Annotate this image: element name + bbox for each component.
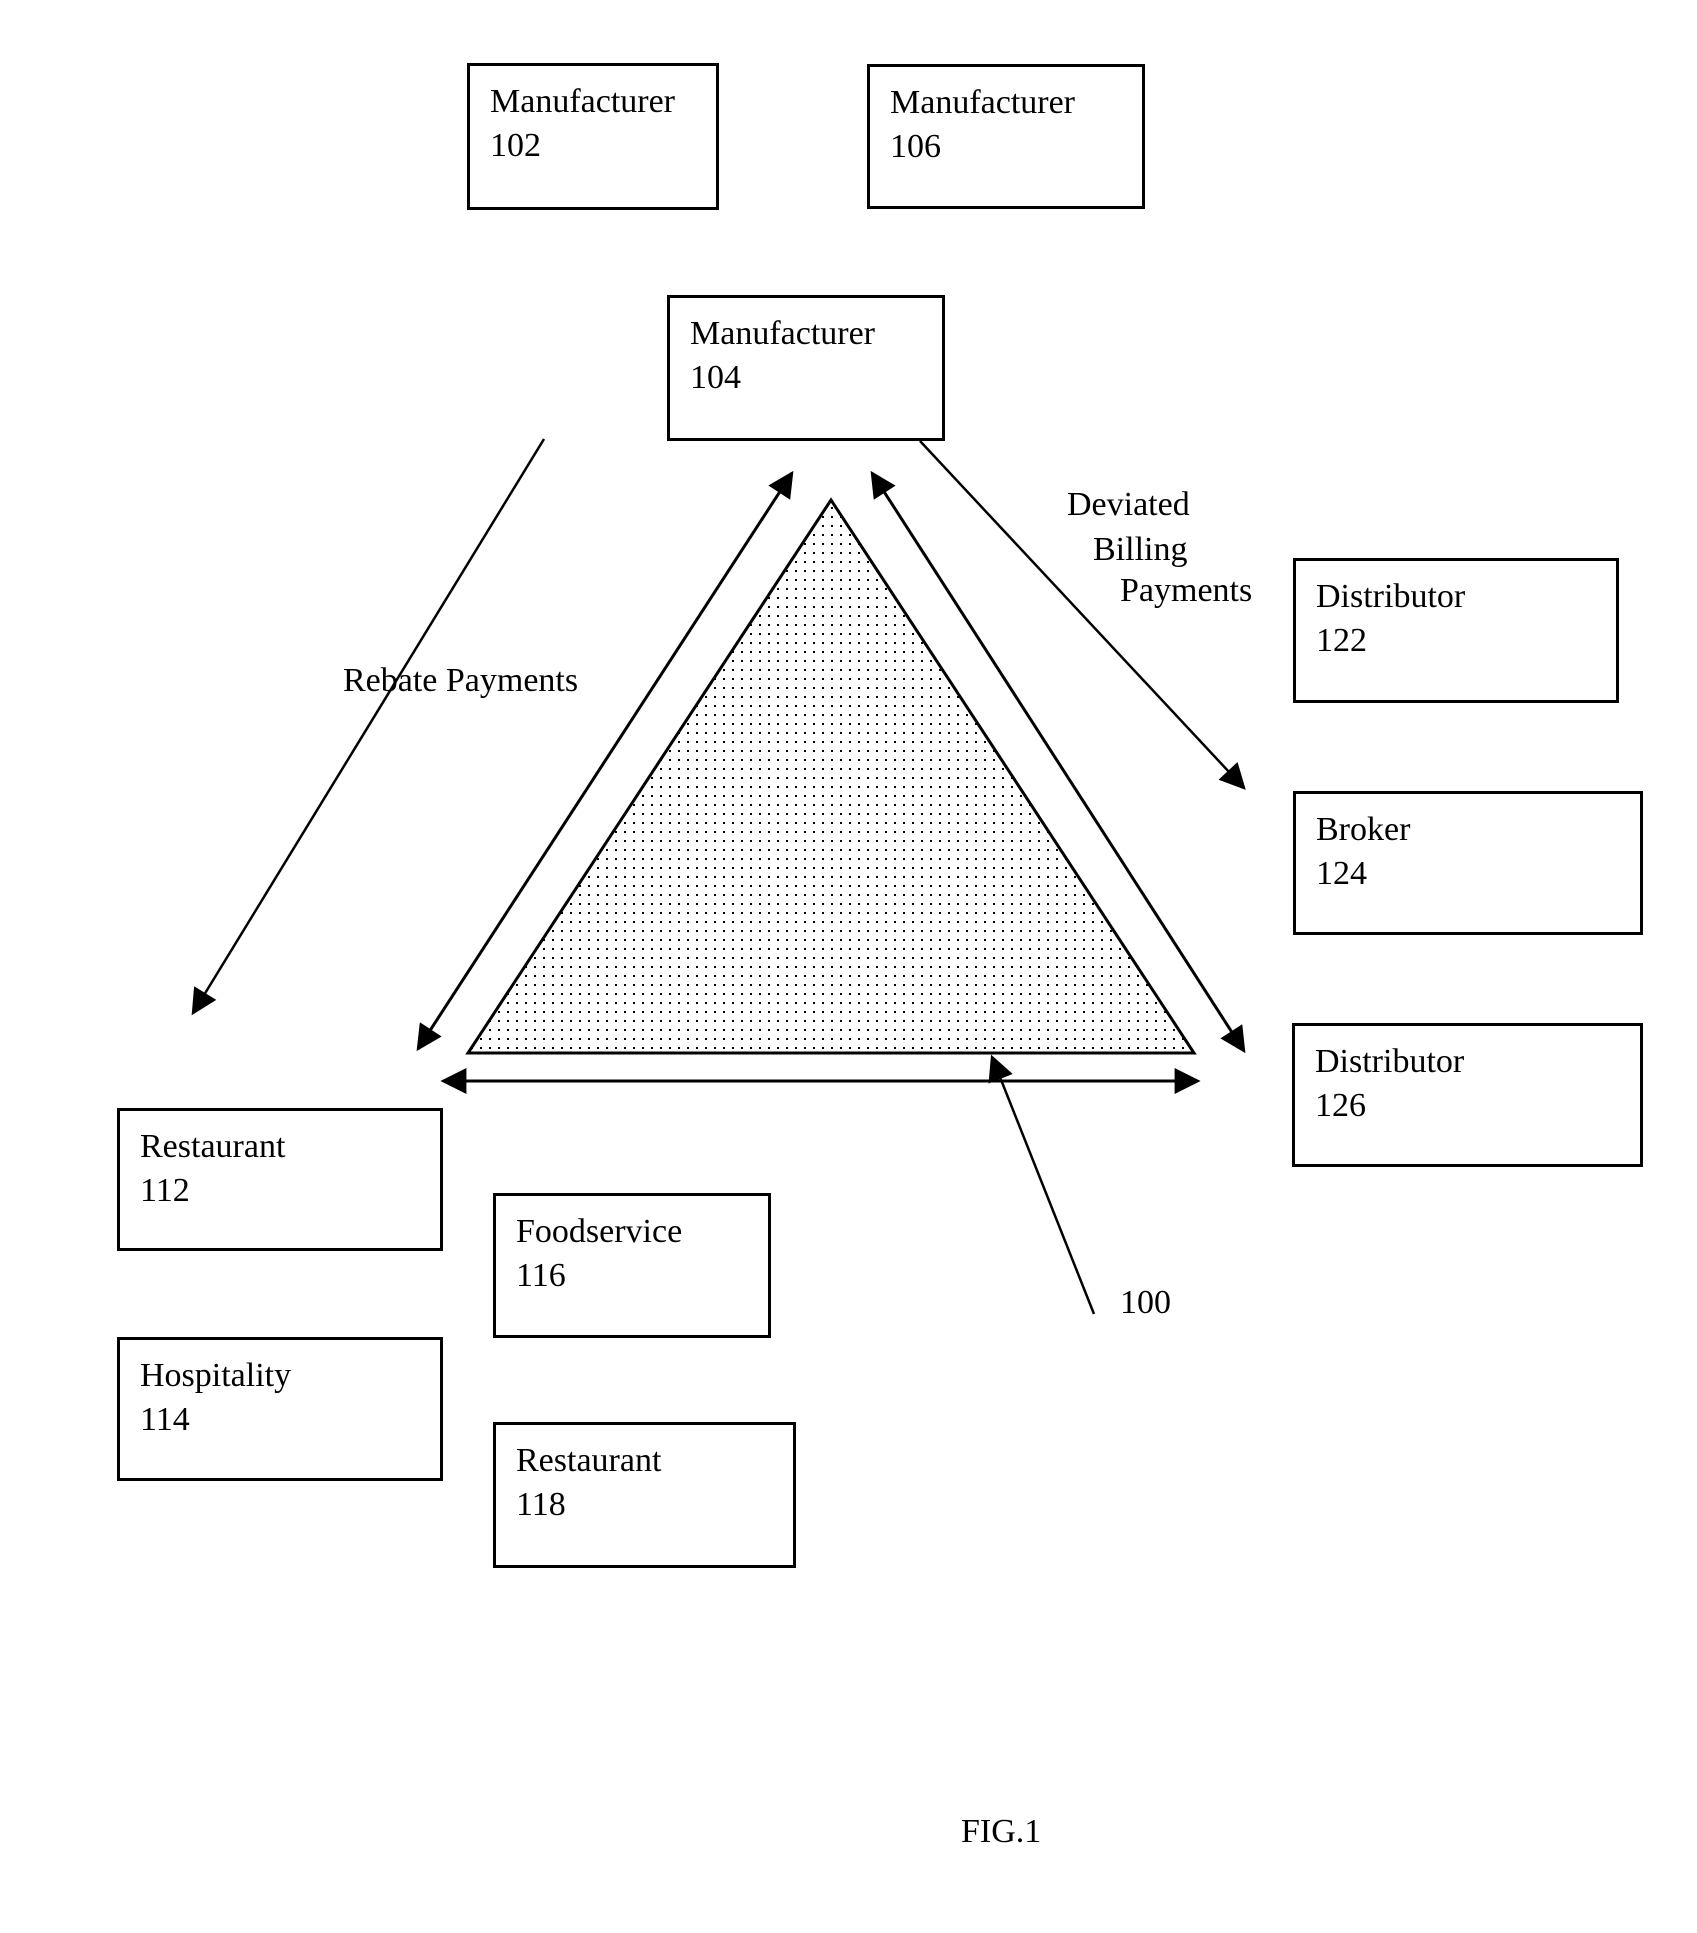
- deviated-billing-label-line3: Payments: [1120, 572, 1253, 609]
- foodservice-116-box: Foodservice 116: [493, 1193, 771, 1338]
- box-label: Hospitality: [140, 1357, 292, 1394]
- box-number: 112: [140, 1172, 190, 1209]
- box-label: Distributor: [1315, 1043, 1465, 1080]
- box-number: 114: [140, 1401, 190, 1438]
- box-label: Distributor: [1316, 578, 1466, 615]
- manufacturer-102-box: Manufacturer 102: [467, 63, 719, 210]
- box-label: Manufacturer: [490, 83, 676, 120]
- box-number: 106: [890, 128, 941, 165]
- box-number: 124: [1316, 855, 1367, 892]
- box-label: Foodservice: [516, 1213, 683, 1250]
- distributor-122-box: Distributor 122: [1293, 558, 1619, 703]
- rebate-payments-label: Rebate Payments: [343, 662, 579, 699]
- box-label: Manufacturer: [690, 315, 876, 352]
- deviated-billing-label-line2: Billing: [1093, 531, 1188, 568]
- broker-124-box: Broker 124: [1293, 791, 1643, 935]
- manufacturer-106-box: Manufacturer 106: [867, 64, 1145, 209]
- supply-chain-triangle: [465, 497, 1197, 1055]
- box-label: Restaurant: [140, 1128, 286, 1165]
- rebate-payments-arrow: [191, 438, 546, 1016]
- figure-caption: FIG.1: [961, 1813, 1042, 1850]
- restaurant-118-box: Restaurant 118: [493, 1422, 796, 1568]
- manufacturer-104-box: Manufacturer 104: [667, 295, 945, 441]
- box-label: Manufacturer: [890, 84, 1076, 121]
- box-label: Restaurant: [516, 1442, 662, 1479]
- box-number: 104: [690, 359, 741, 396]
- box-number: 102: [490, 127, 541, 164]
- diagram-canvas: [191, 438, 1246, 1315]
- hospitality-114-box: Hospitality 114: [117, 1337, 443, 1481]
- restaurant-112-box: Restaurant 112: [117, 1108, 443, 1251]
- reference-numeral-100: 100: [1120, 1284, 1171, 1321]
- distributor-126-box: Distributor 126: [1292, 1023, 1643, 1167]
- box-number: 116: [516, 1257, 566, 1294]
- deviated-billing-label-line1: Deviated: [1067, 486, 1190, 523]
- box-number: 118: [516, 1486, 566, 1523]
- reference-leader-arrow: [988, 1054, 1096, 1315]
- box-number: 122: [1316, 622, 1367, 659]
- box-label: Broker: [1316, 811, 1411, 848]
- box-number: 126: [1315, 1087, 1366, 1124]
